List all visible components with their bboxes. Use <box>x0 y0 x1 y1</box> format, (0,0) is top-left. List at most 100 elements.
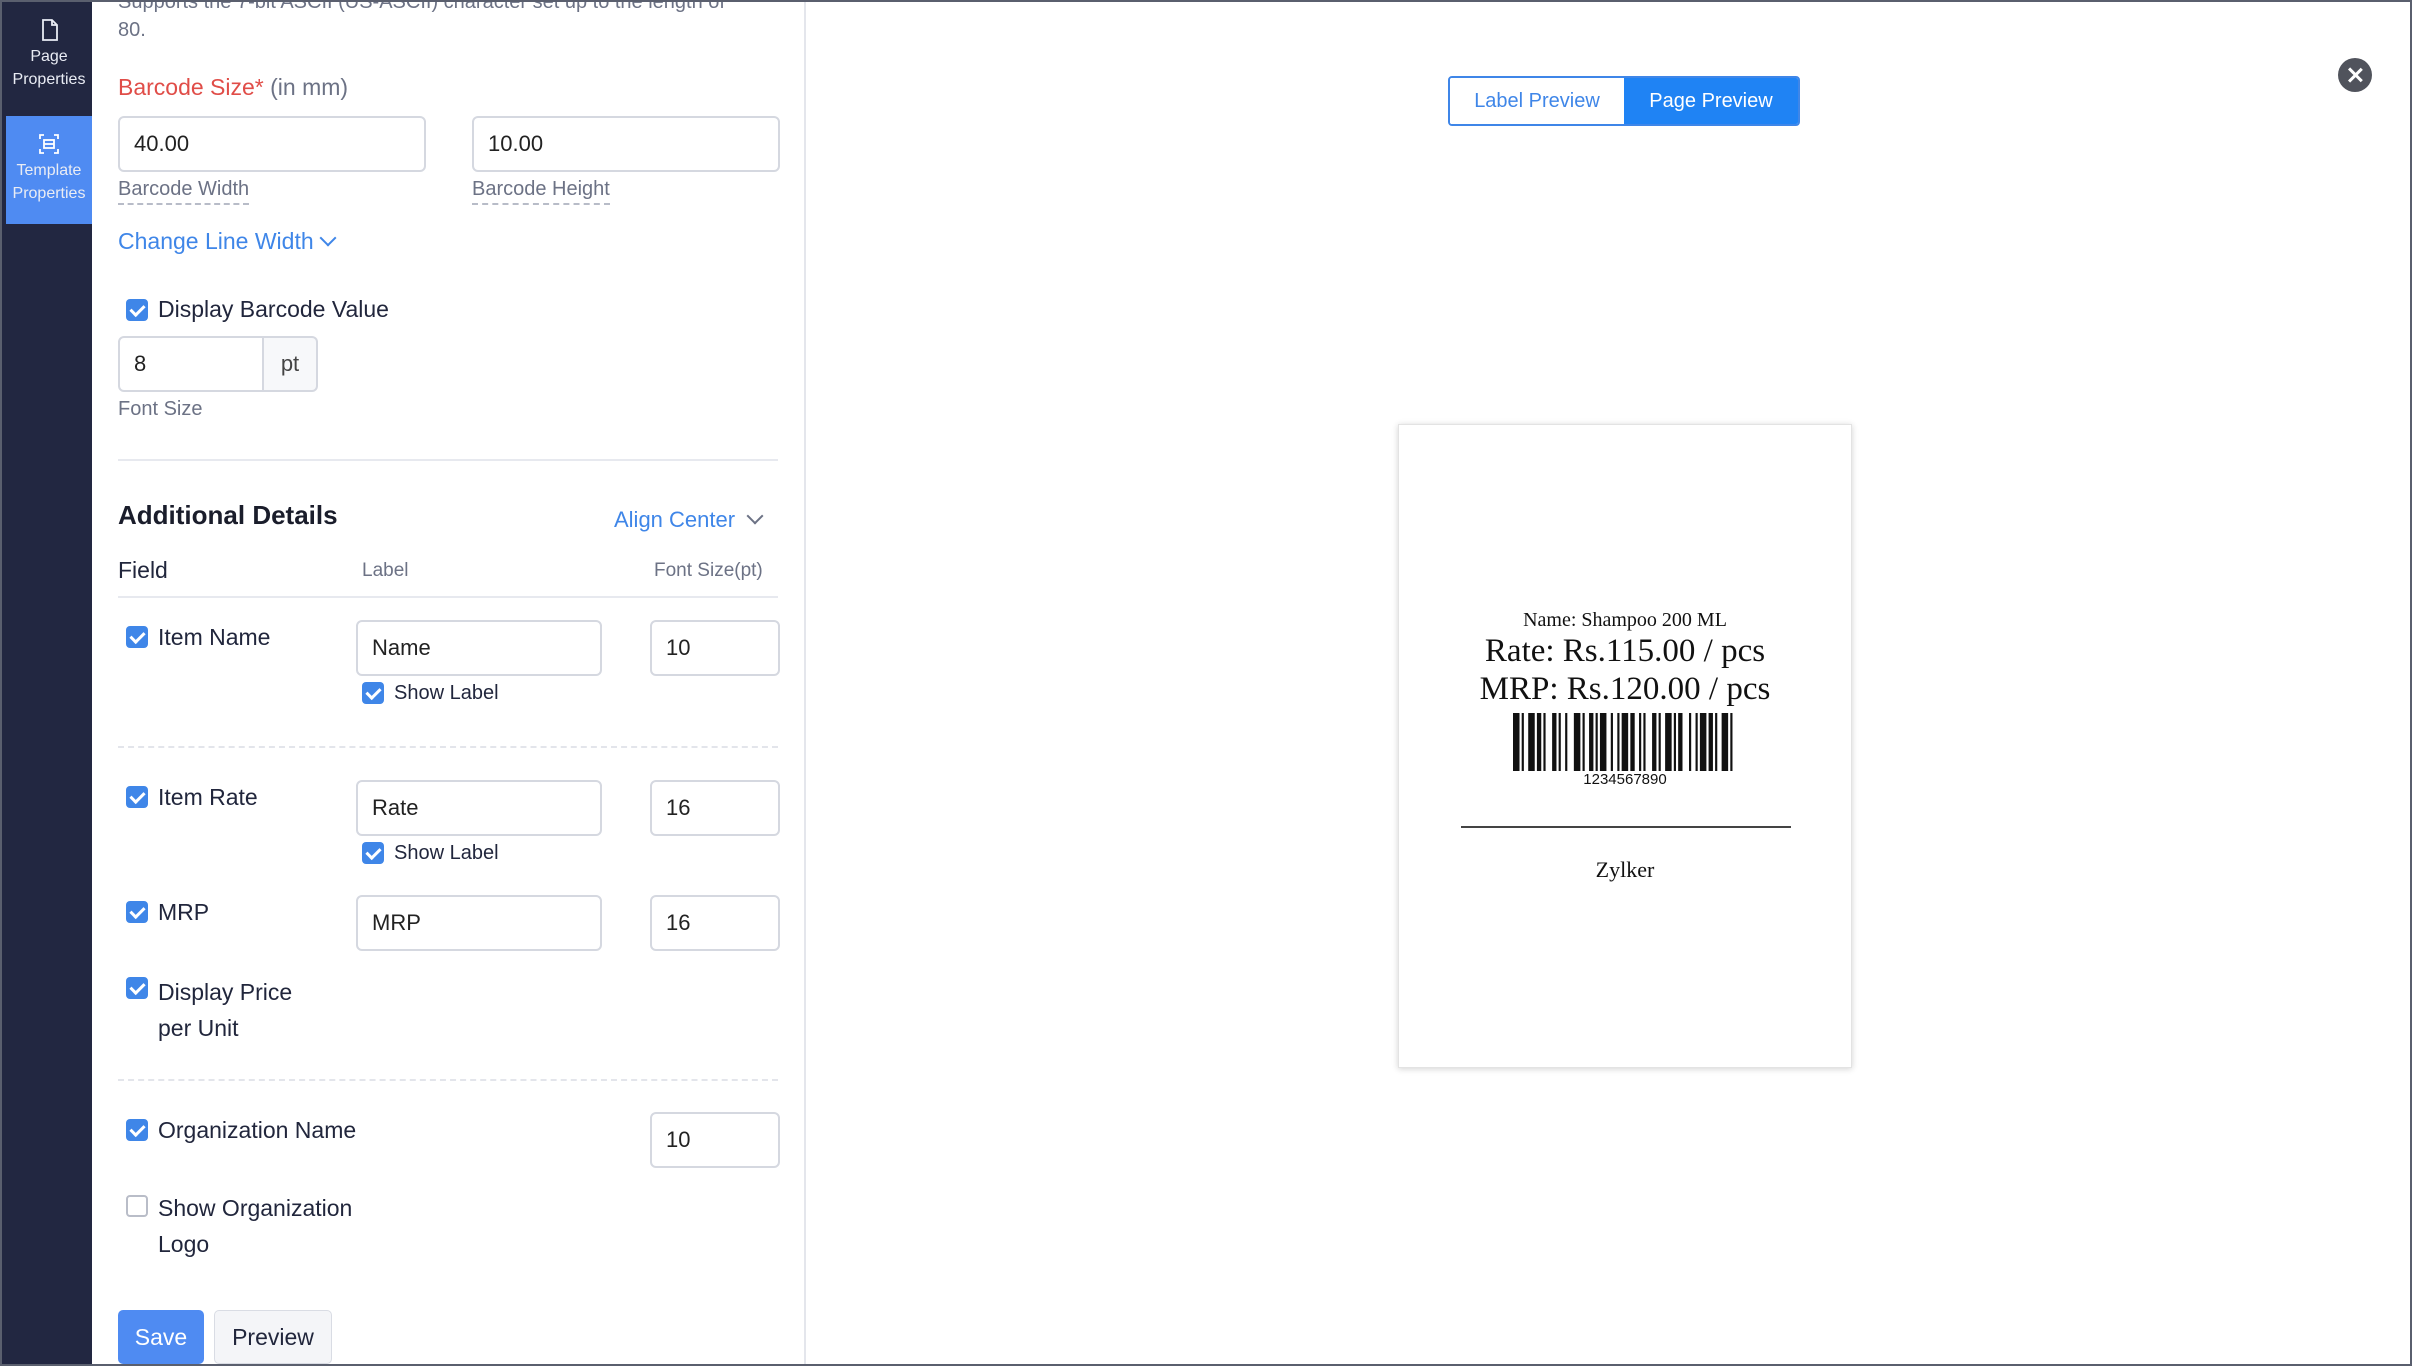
barcode-height-label: Barcode Height <box>472 178 610 205</box>
template-icon <box>39 134 59 154</box>
mrp-checkbox[interactable] <box>126 901 148 923</box>
close-icon[interactable] <box>2338 58 2372 92</box>
template-settings-panel[interactable]: Supports the 7-bit ASCII (US-ASCII) char… <box>92 2 806 1364</box>
organization-name-checkbox[interactable] <box>126 1119 148 1141</box>
item-name-show-label-text: Show Label <box>394 682 499 704</box>
organization-name-field: Organization Name <box>158 1117 357 1143</box>
item-name-font-size-input[interactable]: 10 <box>650 620 780 676</box>
preview-mode-toggle: Label Preview Page Preview <box>1448 76 1800 126</box>
column-header-field: Field <box>118 557 168 583</box>
rail-label-line1: Page <box>30 48 68 65</box>
barcode-bar <box>1552 713 1557 771</box>
item-name-show-label-checkbox[interactable] <box>362 682 384 704</box>
additional-details-title: Additional Details <box>118 500 338 530</box>
barcode-bar <box>1595 713 1598 771</box>
barcode-bar <box>1721 713 1729 771</box>
org-logo-line1: Show Organization <box>158 1195 353 1221</box>
barcode-bar <box>1678 713 1683 771</box>
barcode-bar <box>1673 713 1676 771</box>
help-text-line1: Supports the 7-bit ASCII (US-ASCII) char… <box>118 2 725 13</box>
barcode-bar <box>1582 713 1585 771</box>
save-button[interactable]: Save <box>118 1310 204 1364</box>
barcode-bar <box>1513 713 1520 771</box>
display-barcode-value-checkbox[interactable] <box>126 299 148 321</box>
font-size-label: Font Size <box>118 398 203 420</box>
rail-item-page-properties[interactable]: Page Properties <box>6 2 92 110</box>
barcode-bar <box>1708 713 1713 771</box>
left-rail: Page Properties Template Properties <box>2 2 92 1364</box>
divider <box>118 596 778 598</box>
mrp-field: MRP <box>158 899 210 925</box>
column-header-font-size: Font Size(pt) <box>654 560 763 581</box>
barcode-size-title: Barcode Size* <box>118 74 264 100</box>
barcode-bar <box>1658 713 1661 771</box>
barcode-bar <box>1652 713 1657 771</box>
barcode-bar <box>1536 713 1542 771</box>
align-value: Align Center <box>614 507 736 532</box>
barcode-height-input[interactable]: 10.00 <box>472 116 780 172</box>
show-organization-logo-checkbox[interactable] <box>126 1195 148 1217</box>
barcode-bar <box>1639 713 1642 771</box>
change-line-width-text: Change Line Width <box>118 228 314 254</box>
mrp-label-input[interactable]: MRP <box>356 895 602 951</box>
barcode-size-unit: (in mm) <box>270 74 349 100</box>
font-size-input[interactable]: 8 <box>118 336 264 392</box>
barcode-bar <box>1715 713 1718 771</box>
barcode-bar <box>1643 713 1646 771</box>
barcode-bar <box>1558 713 1561 771</box>
barcode-bar <box>1689 713 1692 771</box>
align-dropdown[interactable]: Align Center <box>614 507 764 533</box>
rail-label-line2: Properties <box>12 71 86 88</box>
barcode-bar <box>1610 713 1613 771</box>
barcode-width-label: Barcode Width <box>118 178 250 205</box>
label-item-rate: Rate: Rs.115.00 / pcs <box>1484 633 1766 669</box>
help-text-line2: 80. <box>118 19 146 41</box>
barcode-help-text: Supports the 7-bit ASCII (US-ASCII) char… <box>118 2 758 44</box>
label-mrp: MRP: Rs.120.00 / pcs <box>1479 671 1771 707</box>
barcode-bar <box>1730 713 1733 771</box>
item-rate-checkbox[interactable] <box>126 786 148 808</box>
item-name-label-input[interactable]: Name <box>356 620 602 676</box>
rail-label-line1: Template <box>16 162 82 179</box>
divider <box>118 1079 778 1081</box>
barcode-value: 1234567890 <box>1583 771 1667 788</box>
item-rate-label-input[interactable]: Rate <box>356 780 602 836</box>
barcode-bar <box>1521 713 1524 771</box>
barcode-bar <box>1589 713 1594 771</box>
column-header-label: Label <box>362 560 409 581</box>
rail-item-template-properties[interactable]: Template Properties <box>6 116 92 224</box>
price-per-unit-line1: Display Price <box>158 979 293 1005</box>
tab-label-preview[interactable]: Label Preview <box>1450 78 1624 124</box>
price-per-unit-line2: per Unit <box>158 1015 239 1041</box>
mrp-font-size-input[interactable]: 16 <box>650 895 780 951</box>
divider <box>118 459 778 461</box>
item-name-field: Item Name <box>158 624 271 650</box>
barcode-bar <box>1543 713 1546 771</box>
item-rate-font-size-input[interactable]: 16 <box>650 780 780 836</box>
display-price-per-unit-checkbox[interactable] <box>126 977 148 999</box>
barcode-bar <box>1573 713 1581 771</box>
chevron-down-icon <box>746 507 764 525</box>
label-preview-card: Name: Shampoo 200 ML Rate: Rs.115.00 / p… <box>1398 424 1852 1068</box>
tab-page-preview[interactable]: Page Preview <box>1624 78 1798 124</box>
barcode-bar <box>1528 713 1535 771</box>
font-size-unit: pt <box>264 336 318 392</box>
barcode-bar <box>1695 713 1698 771</box>
barcode-bar <box>1665 713 1672 771</box>
label-item-name: Name: Shampoo 200 ML <box>1523 609 1727 631</box>
organization-name-font-size-input[interactable]: 10 <box>650 1112 780 1168</box>
app-window: Page Properties Template Properties Supp… <box>0 0 2412 1366</box>
label-organization-name: Zylker <box>1595 857 1655 882</box>
change-line-width-link[interactable]: Change Line Width <box>118 228 337 255</box>
display-price-per-unit-label: Display Price per Unit <box>158 974 292 1046</box>
item-rate-show-label-checkbox[interactable] <box>362 842 384 864</box>
page-icon <box>42 19 58 41</box>
divider <box>118 746 778 748</box>
barcode-bar <box>1699 713 1707 771</box>
preview-button[interactable]: Preview <box>214 1310 332 1364</box>
display-barcode-value-label: Display Barcode Value <box>158 296 389 322</box>
barcode-width-input[interactable]: 40.00 <box>118 116 426 172</box>
show-organization-logo-label: Show Organization Logo <box>158 1190 352 1262</box>
item-name-checkbox[interactable] <box>126 626 148 648</box>
org-logo-line2: Logo <box>158 1231 210 1257</box>
